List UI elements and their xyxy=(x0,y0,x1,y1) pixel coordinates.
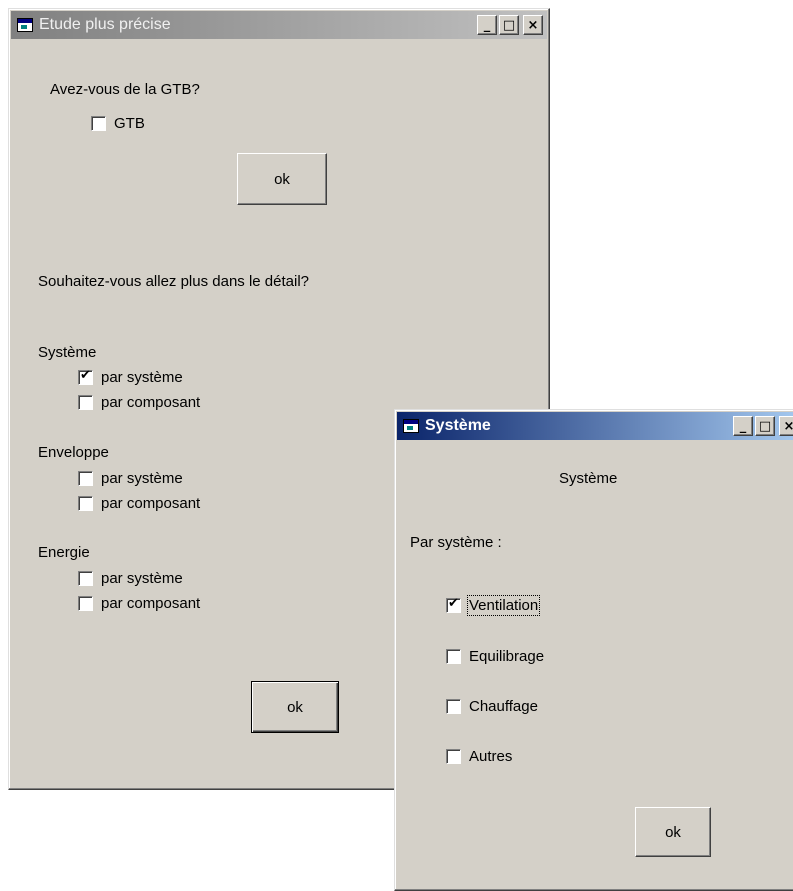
detail-question: Souhaitez-vous allez plus dans le détail… xyxy=(38,273,310,290)
ok-systeme-button[interactable]: ok xyxy=(635,807,711,857)
gtb-checkbox-label: GTB xyxy=(114,115,145,132)
systeme-window-title: Système xyxy=(425,417,491,434)
app-window-icon[interactable] xyxy=(17,18,33,32)
enveloppe-par-systeme-box[interactable] xyxy=(78,471,93,486)
enveloppe-par-composant-checkbox[interactable]: par composant xyxy=(78,495,200,512)
systeme-titlebar[interactable]: Système _ □ × xyxy=(397,412,793,440)
energie-par-systeme-box[interactable] xyxy=(78,571,93,586)
maximize-icon[interactable]: □ xyxy=(499,15,519,35)
energie-par-composant-label: par composant xyxy=(101,595,201,612)
energie-par-systeme-label: par système xyxy=(101,570,183,587)
etude-titlebar[interactable]: Etude plus précise _ □ × xyxy=(11,11,547,39)
autres-checkbox-box[interactable] xyxy=(446,749,461,764)
ventilation-checkbox-box[interactable] xyxy=(446,596,461,613)
maximize-icon[interactable]: □ xyxy=(755,416,775,436)
systeme-par-composant-label: par composant xyxy=(101,394,201,411)
enveloppe-par-composant-label: par composant xyxy=(101,495,201,512)
close-icon[interactable]: × xyxy=(779,416,793,436)
systeme-title-buttons: _ □ × xyxy=(731,416,793,436)
ok-detail-button[interactable]: ok xyxy=(251,681,339,733)
ventilation-label: Ventilation xyxy=(466,595,541,616)
minimize-icon[interactable]: _ xyxy=(477,15,497,35)
gtb-question: Avez-vous de la GTB? xyxy=(50,81,200,98)
equilibrage-label: Equilibrage xyxy=(469,648,545,665)
ventilation-checkbox[interactable]: Ventilation xyxy=(446,595,541,616)
enveloppe-par-systeme-label: par système xyxy=(101,470,183,487)
systeme-par-systeme-box[interactable] xyxy=(78,368,93,385)
autres-checkbox[interactable]: Autres xyxy=(446,748,512,765)
chauffage-checkbox[interactable]: Chauffage xyxy=(446,698,538,715)
gtb-checkbox-box[interactable] xyxy=(91,116,106,131)
energie-par-systeme-checkbox[interactable]: par système xyxy=(78,570,183,587)
minimize-icon[interactable]: _ xyxy=(733,416,753,436)
energie-par-composant-box[interactable] xyxy=(78,596,93,611)
group-label-systeme: Système xyxy=(38,344,97,361)
systeme-par-composant-checkbox[interactable]: par composant xyxy=(78,394,200,411)
enveloppe-par-composant-box[interactable] xyxy=(78,496,93,511)
etude-window-title: Etude plus précise xyxy=(39,16,171,33)
systeme-par-systeme-checkbox[interactable]: par système xyxy=(78,368,183,386)
gtb-checkbox[interactable]: GTB xyxy=(91,115,145,132)
systeme-heading: Système xyxy=(559,470,618,487)
par-systeme-label: Par système : xyxy=(410,534,502,551)
systeme-window: Système _ □ × Système Par système : Vent… xyxy=(394,409,793,891)
systeme-par-systeme-label: par système xyxy=(101,369,183,386)
chauffage-label: Chauffage xyxy=(469,698,538,715)
enveloppe-par-systeme-checkbox[interactable]: par système xyxy=(78,470,183,487)
systeme-par-composant-box[interactable] xyxy=(78,395,93,410)
etude-title-buttons: _ □ × xyxy=(475,15,543,35)
autres-label: Autres xyxy=(469,748,513,765)
app-window-icon[interactable] xyxy=(403,419,419,433)
energie-par-composant-checkbox[interactable]: par composant xyxy=(78,595,200,612)
close-icon[interactable]: × xyxy=(523,15,543,35)
ok-gtb-button[interactable]: ok xyxy=(237,153,327,205)
chauffage-checkbox-box[interactable] xyxy=(446,699,461,714)
equilibrage-checkbox-box[interactable] xyxy=(446,649,461,664)
group-label-enveloppe: Enveloppe xyxy=(38,444,109,461)
equilibrage-checkbox[interactable]: Equilibrage xyxy=(446,648,544,665)
group-label-energie: Energie xyxy=(38,544,90,561)
